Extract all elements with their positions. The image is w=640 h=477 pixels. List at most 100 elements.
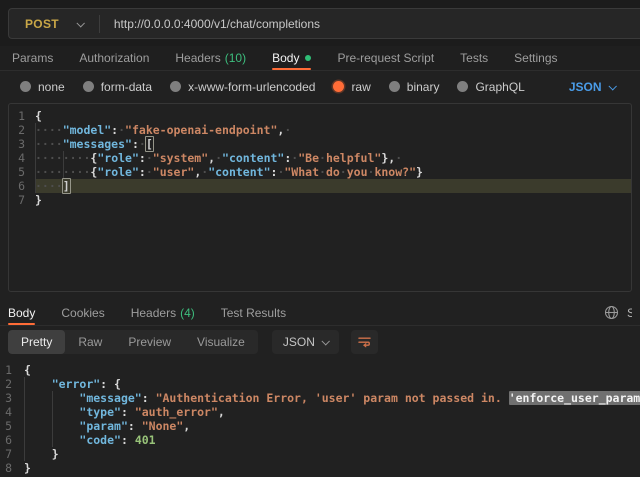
response-tabs: Body Cookies Headers(4) Test Results Status [0,300,640,326]
code-token [24,405,52,419]
tab-body[interactable]: Body [272,46,311,70]
code-token: "code" [79,433,121,447]
code-line: 4········{"role":·"system",·"content":·"… [9,151,631,165]
view-preview[interactable]: Preview [115,330,184,354]
tab-label: Params [12,51,53,65]
code-token [52,405,80,419]
code-line-content: { [35,109,631,123]
wrap-text-button[interactable] [351,330,378,354]
request-body-editor[interactable]: 1{2····"model":·"fake-openai-endpoint",·… [8,103,632,292]
body-mode-label: raw [351,80,370,94]
body-mode-x-www-form-urlencoded[interactable]: x-www-form-urlencoded [170,80,315,94]
line-number: 4 [9,151,35,165]
tab-params[interactable]: Params [12,46,53,70]
code-token: : [128,419,142,433]
code-token: : [142,391,156,405]
code-token: : [139,165,146,179]
view-visualize[interactable]: Visualize [184,330,258,354]
url-bar-container: POST http://0.0.0.0:4000/v1/chat/complet… [8,8,640,39]
code-token: "None" [142,419,184,433]
code-token [24,377,52,391]
radio-icon [333,81,344,92]
line-number: 5 [0,419,24,433]
code-token: "role" [97,151,139,165]
tab-pre-request-script[interactable]: Pre-request Script [337,46,434,70]
code-token: [ [145,136,154,152]
code-token: : [139,151,146,165]
response-format-select[interactable]: JSON [272,330,339,354]
code-token: { [24,363,31,377]
code-token: ···· [35,151,63,165]
code-line-content: } [35,193,631,207]
code-token: · [319,151,326,165]
response-tabs-right: Status [604,305,632,320]
url-input[interactable]: http://0.0.0.0:4000/v1/chat/completions [114,17,640,31]
tab-headers[interactable]: Headers(10) [175,46,246,70]
code-line-content: "param": "None", [24,419,640,433]
tab-count-badge: (4) [180,306,195,320]
line-number: 2 [9,123,35,137]
response-body-editor[interactable]: 1{2 "error": {3 "message": "Authenticati… [0,357,640,475]
tab-tests[interactable]: Tests [460,46,488,70]
body-mode-options: none form-data x-www-form-urlencoded raw bin… [20,80,525,94]
body-mode-form-data[interactable]: form-data [83,80,152,94]
code-token: ···· [35,123,63,137]
response-tab-headers[interactable]: Headers(4) [131,300,195,325]
code-token: ···· [63,165,91,179]
line-number: 8 [0,461,24,475]
code-token: : [121,405,135,419]
request-url-bar: POST http://0.0.0.0:4000/v1/chat/complet… [0,0,640,46]
code-token: "What [284,165,319,179]
view-raw[interactable]: Raw [65,330,115,354]
code-line: 5········{"role":·"user",·"content":·"Wh… [9,165,631,179]
code-token: : { [100,377,121,391]
code-token: "param" [79,419,127,433]
tab-authorization[interactable]: Authorization [79,46,149,70]
globe-icon[interactable] [604,305,619,320]
code-token: · [215,151,222,165]
code-token: } [35,193,42,207]
response-tab-test-results[interactable]: Test Results [221,300,286,325]
code-token: ···· [63,151,91,165]
tab-label: Test Results [221,306,286,320]
code-token: } [24,461,31,475]
code-line-content: "type": "auth_error", [24,405,640,419]
code-line: 3····"messages":·[ [9,137,631,151]
code-token: , [183,419,190,433]
tab-settings[interactable]: Settings [514,46,557,70]
request-tabs: Params Authorization Headers(10) Body Pre-re… [0,46,640,71]
body-mode-binary[interactable]: binary [389,80,440,94]
code-token: "role" [97,165,139,179]
code-line: 5 "param": "None", [0,419,640,433]
code-line: 8} [0,461,640,475]
code-line: 7 } [0,447,640,461]
tab-label: Tests [460,51,488,65]
code-line-content: } [24,461,640,475]
response-controls: PrettyRawPreviewVisualize JSON [0,326,640,357]
language-select[interactable]: JSON [569,80,615,94]
code-token [24,419,52,433]
line-number: 4 [0,405,24,419]
radio-icon [389,81,400,92]
code-token: do [326,165,340,179]
body-mode-raw[interactable]: raw [333,80,370,94]
body-mode-none[interactable]: none [20,80,65,94]
chevron-down-icon [321,337,329,345]
line-number: 7 [9,193,35,207]
code-token [52,391,80,405]
code-token: · [146,151,153,165]
response-tab-body[interactable]: Body [8,300,35,325]
view-pretty[interactable]: Pretty [8,330,65,354]
language-select-label: JSON [569,80,602,94]
code-token: "type" [79,405,121,419]
line-number: 1 [0,363,24,377]
body-mode-label: binary [407,80,440,94]
line-number: 3 [9,137,35,151]
request-method-select[interactable]: POST [9,17,83,31]
code-token: helpful" [326,151,381,165]
wrap-text-icon [357,335,372,349]
code-line-content: "error": { [24,377,640,391]
response-tab-cookies[interactable]: Cookies [61,300,104,325]
code-token: ···· [35,137,63,151]
body-mode-graphql[interactable]: GraphQL [457,80,524,94]
